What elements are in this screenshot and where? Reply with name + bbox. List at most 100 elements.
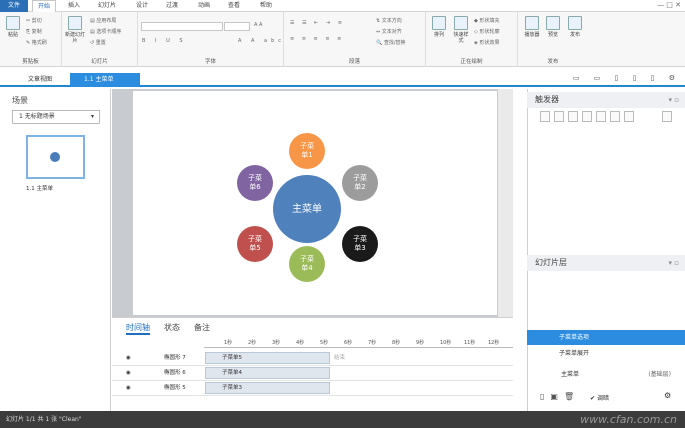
slides-group-label: 幻灯片 [91,59,108,65]
tab-slide-main-menu[interactable]: 1.1 主菜单 [70,73,140,87]
pin-icon[interactable]: ▾ ▫ [669,255,679,271]
timeline-row[interactable]: ◉ 椭圆形 6 子菜单4 [112,366,513,381]
timeline-bar[interactable]: 子菜单3 [205,382,330,394]
shape-submenu-5[interactable]: 子菜 单5 [237,226,273,262]
slide-thumbnail-caption: 1.1 主菜单 [26,186,53,192]
timeline-bar[interactable]: 子菜单4 [205,367,330,379]
font-group-label: 字体 [204,59,216,65]
timeline-row[interactable]: ◉ 椭圆形 7 子菜单5 结束 [112,351,513,366]
align-buttons[interactable]: ≡ ≡ ≡ ≡ ≡ [290,36,344,43]
paste-button[interactable]: 粘贴 [4,16,22,38]
timeline-bar[interactable]: 子菜单5 [205,352,330,364]
clipboard-group: 粘贴 ✂ 剪切 ⎘ 复制 ✎ 格式刷 剪贴板 [0,12,62,67]
font-style-buttons[interactable]: B I U S [142,38,187,45]
arrange-button[interactable]: 排列 [430,16,448,38]
grow-font-button[interactable]: A A [254,22,262,29]
clipboard-group-label: 剪贴板 [22,59,39,65]
variables-icon[interactable] [662,111,672,122]
copy-button[interactable]: ⎘ 复制 [26,29,42,36]
shape-main-menu[interactable]: 主菜单 [273,175,341,243]
underline-button[interactable]: U [166,38,174,44]
format-painter-button[interactable]: ✎ 格式刷 [26,40,47,47]
drawing-group: 排列 快速样式 ◆ 形状填充 ◇ 形状轮廓 ◈ 形状效果 正在绘制 [426,12,518,67]
tab-notes[interactable]: 备注 [194,322,210,333]
paste-trigger-icon[interactable] [582,111,592,122]
shape-submenu-3[interactable]: 子菜 单3 [342,226,378,262]
shape-submenu-4[interactable]: 子菜 单4 [289,246,325,282]
scene-select[interactable]: 1 无标题场景 ▾ [12,110,100,124]
font-group: A A B I U S A A abc 字体 [138,12,284,67]
font-size-select[interactable] [224,22,250,31]
new-slide-button[interactable]: 新建幻灯片 [64,16,86,44]
status-text: 幻灯片 1/1 共 1 张 "Clean" [6,416,82,423]
preview-icon [546,16,560,30]
player-button[interactable]: 播放器 [522,16,542,38]
shape-fill-button[interactable]: ◆ 形状填充 [474,18,499,25]
gear-icon[interactable]: ⚙ [664,391,671,400]
shape-outline-button[interactable]: ◇ 形状轮廓 [474,29,499,36]
new-trigger-icon[interactable] [540,111,550,122]
text-align-button[interactable]: ⇔ 文本对齐 [376,29,402,36]
copy-trigger-icon[interactable] [568,111,578,122]
italic-button[interactable]: I [155,38,160,44]
timeline-ruler[interactable]: 1秒 2秒 3秒 4秒 5秒 6秒 7秒 8秒 9秒 10秒 11秒 12秒 [204,337,513,348]
tab-insert[interactable]: 插入 [62,0,86,12]
delete-trigger-icon[interactable] [596,111,606,122]
tab-slides[interactable]: 幻灯片 [92,0,122,12]
reset-button[interactable]: ↺ 重置 [90,40,106,47]
move-up-icon[interactable] [610,111,620,122]
layer-toolbar[interactable]: ▯▣🗑 [540,392,580,401]
timeline-row[interactable]: ◉ 椭圆形 5 子菜单3 [112,381,513,396]
edit-trigger-icon[interactable] [554,111,564,122]
tab-design[interactable]: 设计 [130,0,154,12]
eye-icon[interactable]: ◉ [126,351,131,366]
watermark: www.cfan.com.cn [580,413,677,426]
font-color-buttons[interactable]: A A abc [238,38,285,45]
shape-submenu-2[interactable]: 子菜 单2 [342,165,378,201]
view-mode-icons[interactable]: ▭ ▭ ▯ ▯ ▯ ⚙ [573,74,681,82]
preview-button[interactable]: 预览 [544,16,562,38]
layer-item[interactable]: 子菜单展开 [527,346,685,361]
tab-transitions[interactable]: 过渡 [160,0,184,12]
pin-icon[interactable]: ▾ ▫ [669,92,679,108]
tab-states[interactable]: 状态 [164,322,180,333]
tab-animations[interactable]: 动画 [192,0,216,12]
tab-home[interactable]: 开始 [32,0,56,12]
tab-order-button[interactable]: ▤ 选项卡顺序 [90,29,121,36]
apply-layout-button[interactable]: ▤ 应用布局 [90,18,116,25]
tab-timeline[interactable]: 时间轴 [126,322,150,335]
paste-icon [6,16,20,30]
tab-story-view[interactable]: 文章视图 [14,73,70,87]
move-down-icon[interactable] [624,111,634,122]
canvas-scrollbar[interactable] [498,89,513,317]
paragraph-group-label: 段落 [348,59,360,65]
publish-button[interactable]: 发布 [566,16,584,38]
tab-file[interactable]: 文件 [0,0,28,12]
strike-button[interactable]: S [179,38,186,44]
find-replace-button[interactable]: 🔍 查找/替换 [376,40,406,47]
eye-icon[interactable]: ◉ [126,381,131,396]
quick-styles-button[interactable]: 快速样式 [452,16,470,44]
tab-view[interactable]: 查看 [222,0,246,12]
shape-submenu-1[interactable]: 子菜 单1 [289,133,325,169]
shape-effect-button[interactable]: ◈ 形状效果 [474,40,499,47]
base-layer-item[interactable]: 主菜单 (基础层) [527,367,685,382]
eye-icon[interactable]: ◉ [126,366,131,381]
window-controls[interactable]: — □ ✕ [657,1,681,9]
publish-group: 播放器 预览 发布 发布 [518,12,588,67]
layer-item[interactable]: 子菜单选项 [527,330,685,345]
bold-button[interactable]: B [142,38,149,44]
player-icon [525,16,539,30]
shape-submenu-6[interactable]: 子菜 单6 [237,165,273,201]
slide-canvas[interactable]: 主菜单 子菜 单1 子菜 单2 子菜 单3 子菜 单4 子菜 单5 子菜 单6 [133,91,497,315]
slide-thumbnail[interactable] [26,135,85,179]
dim-checkbox[interactable]: ✔ 调暗 [590,393,609,402]
tab-help[interactable]: 帮助 [254,0,278,12]
publish-group-label: 发布 [547,59,559,65]
list-buttons[interactable]: ☰ ☰ ⇤ ⇥ ≡ [290,20,345,27]
cut-button[interactable]: ✂ 剪切 [26,18,42,25]
text-direction-button[interactable]: ⇅ 文本方向 [376,18,402,25]
publish-icon [568,16,582,30]
font-family-select[interactable] [141,22,223,31]
chevron-down-icon: ▾ [90,113,94,120]
